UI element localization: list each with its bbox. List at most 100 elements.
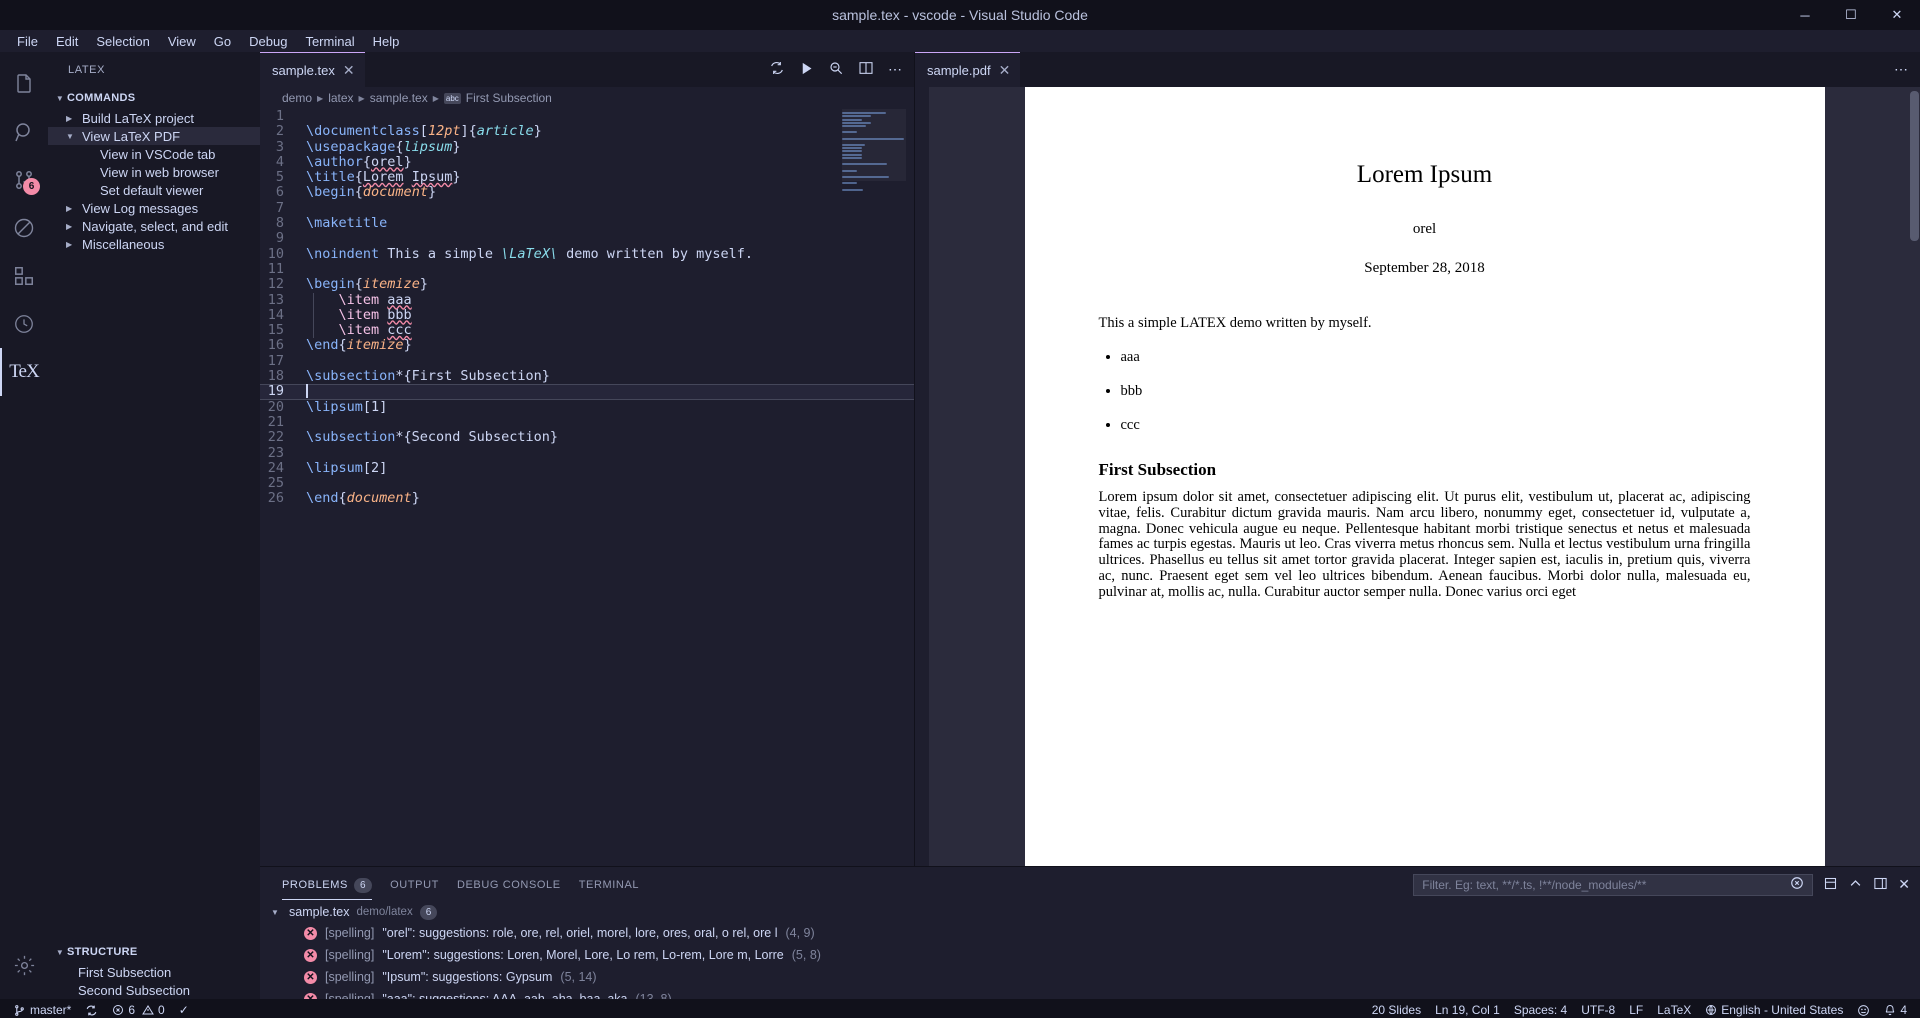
latex-icon[interactable]: TeX — [0, 348, 48, 396]
minimap[interactable] — [842, 109, 906, 866]
status-indentation[interactable]: Spaces: 4 — [1507, 999, 1574, 1018]
status-encoding[interactable]: UTF-8 — [1574, 999, 1622, 1018]
code-line[interactable]: 9 — [260, 231, 914, 246]
sidebar-item-navigate-select-and-edit[interactable]: ▶Navigate, select, and edit — [48, 217, 260, 235]
minimize-button[interactable]: ─ — [1782, 0, 1828, 30]
code-line[interactable]: 13 \item aaa — [260, 293, 914, 308]
explorer-icon[interactable] — [0, 60, 48, 108]
notifications-bell-icon[interactable]: 4 — [1877, 999, 1914, 1018]
menu-item-file[interactable]: File — [8, 32, 47, 51]
code-line[interactable]: 17 — [260, 354, 914, 369]
code-line[interactable]: 21 — [260, 415, 914, 430]
status-slides[interactable]: 20 Slides — [1365, 999, 1428, 1018]
tab-sample-pdf[interactable]: sample.pdf ✕ — [915, 52, 1020, 87]
code-editor[interactable]: 12\documentclass[12pt]{article}3\usepack… — [260, 109, 914, 866]
code-line[interactable]: 11 — [260, 262, 914, 277]
code-line[interactable]: 14 \item bbb — [260, 308, 914, 323]
status-check-icon[interactable]: ✓ — [172, 999, 196, 1018]
chevron-up-icon[interactable] — [1848, 876, 1863, 894]
code-line[interactable]: 8\maketitle — [260, 216, 914, 231]
feedback-icon[interactable] — [1850, 999, 1877, 1018]
close-icon[interactable]: ✕ — [999, 62, 1011, 79]
gear-icon[interactable] — [0, 941, 48, 989]
code-line[interactable]: 20\lipsum[1] — [260, 400, 914, 415]
status-branch[interactable]: master* — [6, 999, 78, 1018]
close-button[interactable]: ✕ — [1874, 0, 1920, 30]
code-line[interactable]: 4\author{orel} — [260, 155, 914, 170]
status-eol[interactable]: LF — [1622, 999, 1650, 1018]
extensions-icon[interactable] — [0, 252, 48, 300]
code-line[interactable]: 19 — [260, 384, 914, 399]
breadcrumb-item[interactable]: sample.tex — [370, 91, 428, 105]
panel-tab-debug-console[interactable]: DEBUG CONSOLE — [457, 871, 561, 898]
clear-filter-icon[interactable] — [1790, 876, 1804, 893]
problems-list[interactable]: ▼ sample.tex demo/latex 6 ✕[spelling]"or… — [260, 902, 1920, 999]
testing-icon[interactable] — [0, 300, 48, 348]
maximize-button[interactable]: ☐ — [1828, 0, 1874, 30]
code-line[interactable]: 3\usepackage{lipsum} — [260, 140, 914, 155]
menu-item-selection[interactable]: Selection — [87, 32, 158, 51]
code-line[interactable]: 5\title{Lorem Ipsum} — [260, 170, 914, 185]
split-editor-icon[interactable] — [858, 60, 874, 79]
close-panel-icon[interactable]: ✕ — [1898, 876, 1910, 893]
breadcrumb-item[interactable]: latex — [328, 91, 353, 105]
panel-tab-output[interactable]: OUTPUT — [390, 871, 439, 898]
status-cursor-position[interactable]: Ln 19, Col 1 — [1428, 999, 1507, 1018]
sidebar-item-build-latex-project[interactable]: ▶Build LaTeX project — [48, 109, 260, 127]
sidebar-item-view-log-messages[interactable]: ▶View Log messages — [48, 199, 260, 217]
menu-item-go[interactable]: Go — [205, 32, 240, 51]
breadcrumb-item[interactable]: First Subsection — [466, 91, 552, 105]
problem-row[interactable]: ✕[spelling]"orel": suggestions: role, or… — [264, 922, 1920, 944]
code-line[interactable]: 6\begin{document} — [260, 185, 914, 200]
menu-item-help[interactable]: Help — [364, 32, 409, 51]
layout-icon[interactable] — [1873, 876, 1888, 894]
run-icon[interactable] — [799, 61, 814, 79]
panel-tab-problems[interactable]: PROBLEMS6 — [282, 870, 372, 900]
sync-icon[interactable] — [769, 60, 785, 79]
search-pdf-icon[interactable] — [828, 60, 844, 79]
structure-item-second-subsection[interactable]: Second Subsection — [48, 981, 260, 999]
source-control-icon[interactable]: 6 — [0, 156, 48, 204]
code-line[interactable]: 22\subsection*{Second Subsection} — [260, 430, 914, 445]
menu-item-edit[interactable]: Edit — [47, 32, 87, 51]
code-line[interactable]: 7 — [260, 201, 914, 216]
status-problems[interactable]: 6 0 — [105, 999, 171, 1018]
sidebar-section-commands[interactable]: ▼ COMMANDS — [48, 87, 260, 109]
menu-item-view[interactable]: View — [159, 32, 205, 51]
tab-sample-tex[interactable]: sample.tex ✕ — [260, 52, 365, 87]
code-line[interactable]: 24\lipsum[2] — [260, 461, 914, 476]
code-line[interactable]: 10\noindent This a simple \LaTeX\ demo w… — [260, 247, 914, 262]
sidebar-section-structure[interactable]: ▼ STRUCTURE — [48, 941, 260, 963]
code-line[interactable]: 2\documentclass[12pt]{article} — [260, 124, 914, 139]
problems-filter-input[interactable]: Filter. Eg: text, **/*.ts, !**/node_modu… — [1413, 874, 1813, 896]
problem-row[interactable]: ✕[spelling]"Ipsum": suggestions: Gypsum(… — [264, 966, 1920, 988]
menu-item-terminal[interactable]: Terminal — [296, 32, 363, 51]
status-language-mode[interactable]: LaTeX — [1650, 999, 1698, 1018]
more-actions-icon[interactable]: ⋯ — [888, 61, 902, 78]
sidebar-item-miscellaneous[interactable]: ▶Miscellaneous — [48, 235, 260, 253]
more-actions-icon[interactable]: ⋯ — [1894, 61, 1908, 78]
code-line[interactable]: 12\begin{itemize} — [260, 277, 914, 292]
run-debug-icon[interactable] — [0, 204, 48, 252]
panel-tab-terminal[interactable]: TERMINAL — [579, 871, 639, 898]
code-line[interactable]: 1 — [260, 109, 914, 124]
breadcrumb-item[interactable]: demo — [282, 91, 312, 105]
sidebar-item-view-latex-pdf[interactable]: ▼View LaTeX PDF — [48, 127, 260, 145]
sidebar-item-view-in-web-browser[interactable]: View in web browser — [48, 163, 260, 181]
code-line[interactable]: 16\end{itemize} — [260, 338, 914, 353]
problem-row[interactable]: ✕[spelling]"Lorem": suggestions: Loren, … — [264, 944, 1920, 966]
problem-row[interactable]: ✕[spelling]"aaa": suggestions: AAA, aah,… — [264, 988, 1920, 999]
code-line[interactable]: 15 \item ccc — [260, 323, 914, 338]
code-line[interactable]: 23 — [260, 446, 914, 461]
close-icon[interactable]: ✕ — [343, 62, 355, 79]
pdf-scrollbar-thumb[interactable] — [1910, 91, 1919, 241]
menu-item-debug[interactable]: Debug — [240, 32, 296, 51]
problems-file-row[interactable]: ▼ sample.tex demo/latex 6 — [264, 902, 1920, 922]
pdf-viewport[interactable]: Lorem Ipsum orel September 28, 2018 This… — [915, 87, 1920, 866]
code-line[interactable]: 25 — [260, 476, 914, 491]
status-sync[interactable] — [78, 999, 105, 1018]
editor-scrollbar[interactable] — [902, 109, 914, 866]
sidebar-item-set-default-viewer[interactable]: Set default viewer — [48, 181, 260, 199]
code-line[interactable]: 18\subsection*{First Subsection} — [260, 369, 914, 384]
status-spellcheck[interactable]: English - United States — [1698, 999, 1850, 1018]
